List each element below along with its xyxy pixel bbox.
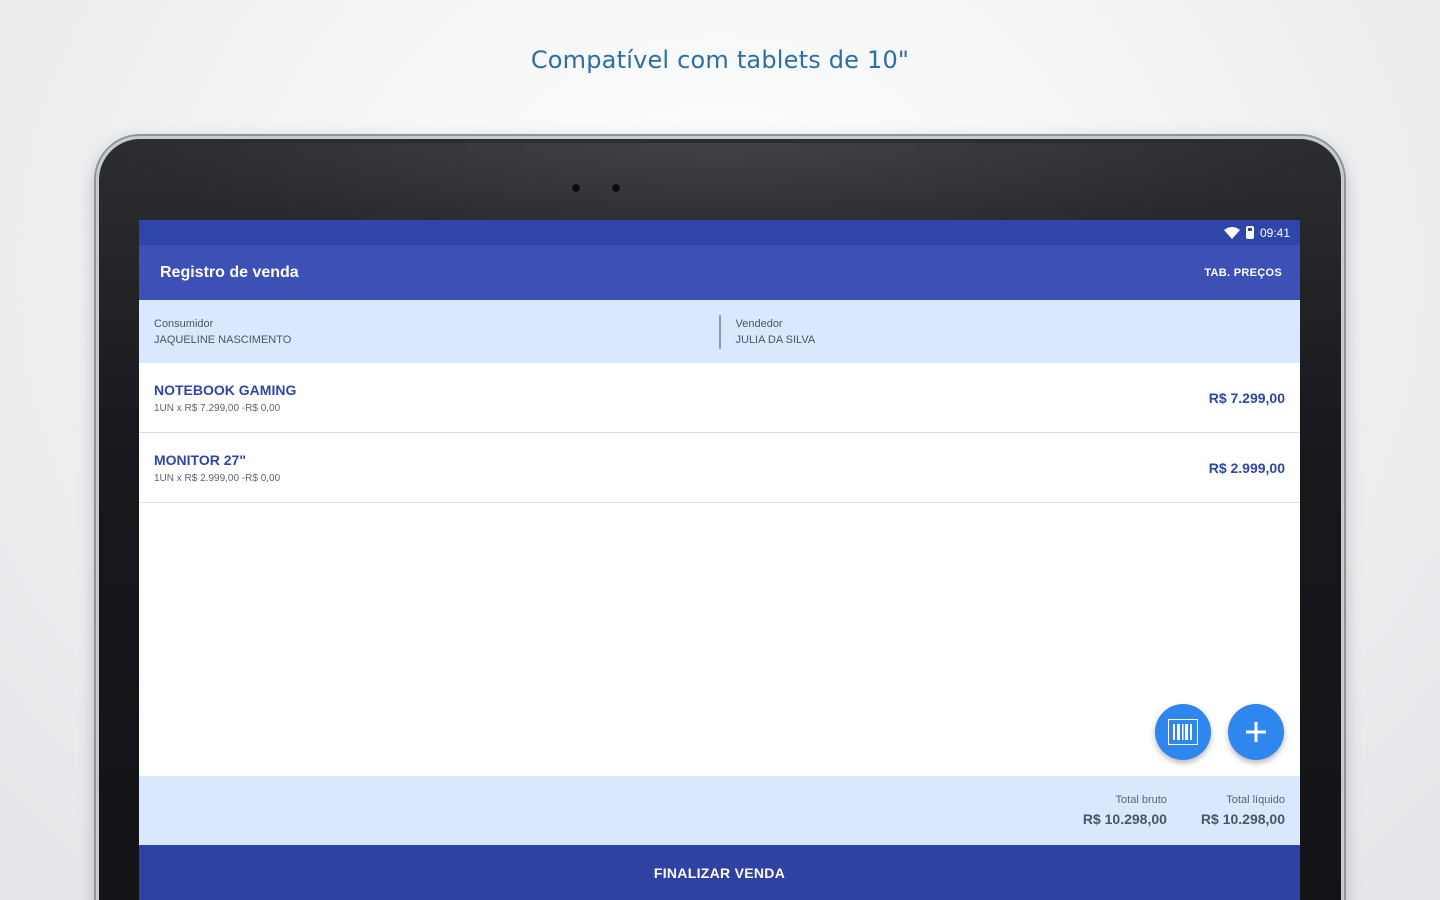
barcode-icon [1168,719,1198,745]
item-price: R$ 7.299,00 [1208,389,1285,406]
item-detail: 1UN x R$ 7.299,00 -R$ 0,00 [154,402,281,414]
item-detail: 1UN x R$ 2.999,00 -R$ 0,00 [154,472,281,484]
wifi-icon [1223,226,1240,239]
price-table-button[interactable]: TAB. PREÇOS [1204,267,1282,279]
app-screen: 09:41 Registro de venda TAB. PREÇOS Cons… [139,220,1300,900]
totals-panel: Total bruto R$ 10.298,00 Total líquido R… [139,776,1300,845]
consumer-field[interactable]: Consumidor JAQUELINE NASCIMENTO [139,315,719,349]
sale-parties: Consumidor JAQUELINE NASCIMENTO Vendedor… [139,300,1300,363]
camera-icon [571,183,581,193]
page-title: Registro de venda [160,263,299,281]
consumer-label: Consumidor [154,317,214,330]
item-name: NOTEBOOK GAMING [154,381,297,398]
app-bar: Registro de venda TAB. PREÇOS [139,245,1300,300]
add-item-button[interactable] [1228,704,1284,760]
status-time: 09:41 [1259,225,1290,240]
barcode-scan-button[interactable] [1155,704,1211,760]
sensor-icon [611,183,621,193]
net-total-label: Total líquido [1226,794,1285,806]
gross-total-value: R$ 10.298,00 [1082,811,1167,827]
gross-total-label: Total bruto [1115,794,1167,806]
finish-sale-button[interactable]: FINALIZAR VENDA [139,845,1300,900]
marketing-headline: Compatível com tablets de 10" [530,46,910,74]
seller-value: JULIA DA SILVA [735,333,816,346]
item-name: MONITOR 27" [154,451,246,468]
status-bar: 09:41 [139,220,1300,245]
consumer-value: JAQUELINE NASCIMENTO [154,333,292,346]
net-total-value: R$ 10.298,00 [1200,811,1285,827]
net-total: Total líquido R$ 10.298,00 [1201,794,1285,827]
plus-icon [1246,722,1266,742]
sale-items-list: NOTEBOOK GAMING 1UN x R$ 7.299,00 -R$ 0,… [139,363,1300,503]
battery-icon [1245,226,1254,239]
item-price: R$ 2.999,00 [1208,459,1285,476]
seller-field[interactable]: Vendedor JULIA DA SILVA [718,314,1301,349]
seller-label: Vendedor [735,317,783,330]
list-item[interactable]: MONITOR 27" 1UN x R$ 2.999,00 -R$ 0,00 R… [139,433,1300,503]
gross-total: Total bruto R$ 10.298,00 [1083,794,1167,827]
list-item[interactable]: NOTEBOOK GAMING 1UN x R$ 7.299,00 -R$ 0,… [139,363,1300,433]
